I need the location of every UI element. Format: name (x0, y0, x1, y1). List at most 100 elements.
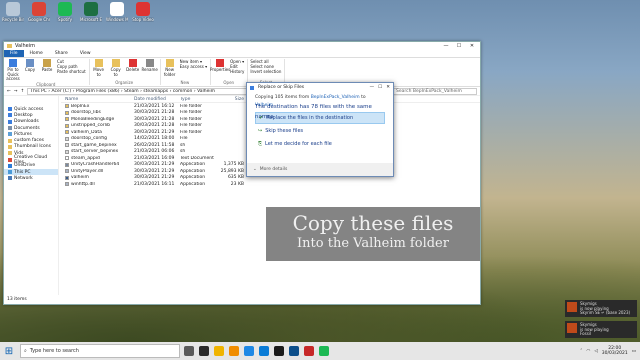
replace-files-option[interactable]: ✔ Replace the files in the destination (255, 112, 385, 124)
taskbar-app-icon[interactable] (274, 346, 284, 356)
volume-icon[interactable]: ◁ (594, 349, 597, 354)
column-date[interactable]: Date modified (134, 97, 180, 102)
tab-view[interactable]: View (74, 50, 97, 57)
desktop-shortcut[interactable]: Spotify (54, 2, 76, 22)
forward-arrow-icon[interactable]: → (14, 89, 18, 94)
up-arrow-icon[interactable]: ↑ (21, 89, 25, 94)
file-name-cell: unstripped_corlib (61, 123, 134, 128)
pin-quick-access-button[interactable]: Pin to Quick access (6, 59, 20, 82)
desktop-shortcut[interactable]: Microsoft Excel (80, 2, 102, 22)
back-arrow-icon[interactable]: ← (7, 89, 11, 94)
delete-button[interactable]: Delete (126, 59, 140, 80)
tab-home[interactable]: Home (24, 50, 49, 57)
windows-start-icon[interactable]: ⊞ (2, 344, 16, 358)
taskbar-app-icon[interactable] (199, 346, 209, 356)
decide-each-option[interactable]: ⎘ Let me decide for each file (255, 138, 385, 150)
file-icon (65, 110, 69, 115)
notification-center-icon[interactable]: ▭ (632, 349, 636, 354)
nav-item[interactable]: Network (4, 175, 58, 181)
app-icon (110, 2, 124, 16)
skip-files-option[interactable]: ↪ Skip these files (255, 125, 385, 137)
file-date: 21/03/2021 06:06 (134, 149, 175, 155)
notification-toast[interactable]: Skymigs is now playing Fossil (565, 321, 637, 338)
invert-selection-button[interactable]: Invert selection (250, 69, 281, 74)
file-type: Text Document (180, 155, 214, 161)
column-name[interactable]: Name (61, 97, 134, 102)
source-link[interactable]: BepInExPack_Valheim (311, 95, 360, 100)
history-button[interactable]: History (230, 69, 244, 74)
close-button[interactable]: ✕ (386, 85, 390, 90)
taskbar-app-icon[interactable] (304, 346, 314, 356)
file-type: sh (180, 149, 186, 155)
taskbar-app-icon[interactable] (259, 346, 269, 356)
option-label: Replace the files in the destination (266, 115, 354, 121)
move-to-button[interactable]: Move to (92, 59, 106, 80)
tab-share[interactable]: Share (49, 50, 74, 57)
file-date: 21/03/2021 16:09 (134, 155, 175, 161)
copy-icon (26, 59, 34, 67)
desktop-shortcut-label: Stop Video (132, 17, 154, 22)
search-icon: ⌕ (24, 348, 27, 354)
desktop-shortcut[interactable]: Google Chrome (28, 2, 50, 22)
minimize-button[interactable]: — (441, 43, 451, 49)
taskbar-search-input[interactable]: ⌕ Type here to search (20, 344, 180, 358)
file-icon (65, 143, 69, 148)
easy-access-button[interactable]: Easy access ▾ (180, 64, 207, 69)
file-name-cell: steam_appid (61, 156, 134, 161)
paste-shortcut-button[interactable]: Paste shortcut (57, 69, 86, 74)
file-size: 1,375 KB (223, 162, 244, 168)
app-icon (84, 2, 98, 16)
file-type: Application (180, 162, 206, 168)
maximize-button[interactable]: ☐ (454, 43, 464, 49)
file-row[interactable]: winhttp.dll 21/03/2021 16:11 Application 23… (61, 181, 480, 188)
close-button[interactable]: ✕ (467, 43, 477, 49)
copy-to-icon (111, 59, 120, 67)
chevron-up-icon[interactable]: ˄ (580, 349, 582, 354)
column-size[interactable]: Size (214, 97, 244, 102)
nav-item-label: Network (14, 175, 33, 181)
file-type: Application (180, 168, 206, 174)
notification-toast[interactable]: Skymigs is now playing Skyrim SE ↵ (base… (565, 300, 637, 317)
file-name: UnityCrashHandler64 (71, 162, 120, 168)
copy-button[interactable]: Copy (23, 59, 37, 82)
explorer-content: Quick access Desktop Downloads Documents Pic… (4, 96, 480, 295)
file-icon (65, 156, 69, 161)
file-name: MonoBleedingEdge (71, 116, 115, 122)
file-explorer-window: Valheim — ☐ ✕ File Home Share View Pin t… (3, 41, 481, 305)
taskbar-app-icon[interactable] (184, 346, 194, 356)
search-input[interactable]: Search BepInExPack_Valheim (393, 87, 477, 95)
nav-item-label: This PC (14, 169, 31, 175)
paste-button[interactable]: Paste (40, 59, 54, 82)
clock[interactable]: 22:00 30/03/2021 (602, 346, 628, 356)
desktop-shortcut[interactable]: Recycle Bin (2, 2, 24, 22)
folder-icon (8, 176, 12, 181)
file-date: 30/03/2021 21:28 (134, 116, 175, 122)
more-details-toggle[interactable]: ⌄ More details (247, 163, 393, 176)
taskbar-app-icon[interactable] (319, 346, 329, 356)
network-icon[interactable]: ◠ (586, 349, 590, 354)
taskbar-app-icon[interactable] (289, 346, 299, 356)
tab-file[interactable]: File (4, 50, 24, 57)
rename-button[interactable]: Rename (141, 59, 158, 80)
taskbar-app-icon[interactable] (214, 346, 224, 356)
column-type[interactable]: Type (180, 97, 214, 102)
taskbar-app-icon[interactable] (244, 346, 254, 356)
folder-icon (8, 163, 12, 168)
copy-to-button[interactable]: Copy to (109, 59, 123, 80)
taskbar-app-icon[interactable] (229, 346, 239, 356)
dialog-titlebar: Replace or Skip Files — ☐ ✕ (247, 83, 393, 92)
group-label: Organize (115, 80, 134, 85)
maximize-button[interactable]: ☐ (378, 85, 382, 90)
file-icon (65, 182, 69, 187)
desktop-shortcut[interactable]: Stop Video (132, 2, 154, 22)
minimize-button[interactable]: — (370, 85, 375, 90)
nav-item-label: Desktop (14, 112, 33, 118)
file-name: unstripped_corlib (71, 123, 110, 129)
new-folder-button[interactable]: New folder (163, 59, 177, 80)
desktop-icons: Recycle Bin Google Chrome Spotify Microsoft… (2, 2, 154, 22)
file-name: doorstop_config (71, 136, 107, 142)
game-icon (567, 323, 577, 333)
desktop-shortcut[interactable]: Windows Media (106, 2, 128, 22)
properties-button[interactable]: Properties (210, 59, 230, 80)
check-icon: ✔ (259, 115, 264, 121)
